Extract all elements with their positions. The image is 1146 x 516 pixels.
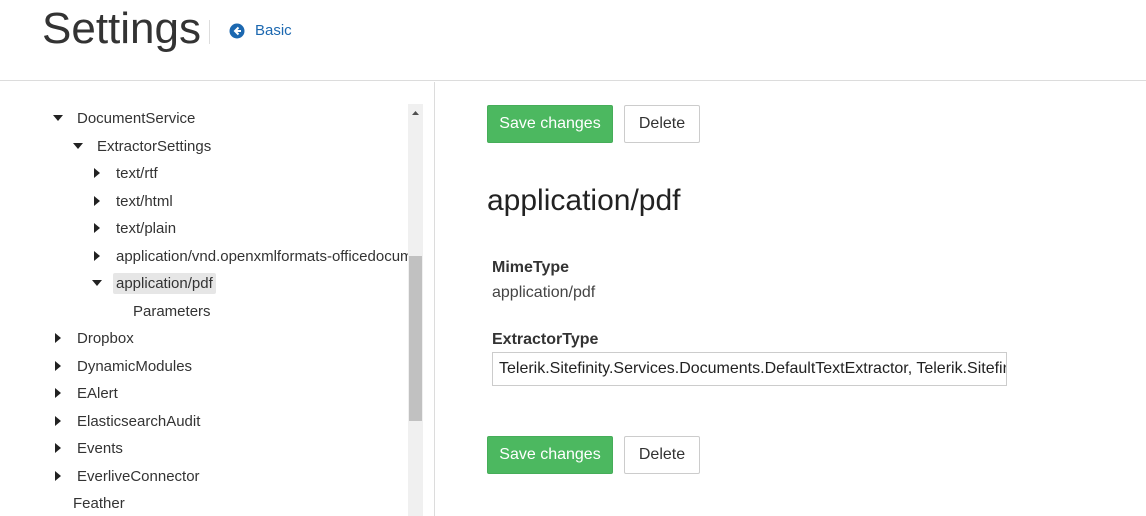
tree-item-label: text/html xyxy=(116,192,173,210)
tree-item[interactable]: Dropbox xyxy=(52,325,137,351)
tree-item[interactable]: ExtractorSettings xyxy=(72,133,214,159)
caret-down-icon[interactable] xyxy=(72,140,84,152)
scrollbar-thumb[interactable] xyxy=(409,256,422,421)
caret-right-icon[interactable] xyxy=(52,415,64,427)
scroll-up-arrow-icon[interactable] xyxy=(408,106,423,120)
caret-right-icon[interactable] xyxy=(91,195,103,207)
tree-item-label: text/rtf xyxy=(116,164,158,182)
tree-item[interactable]: Parameters xyxy=(130,298,214,324)
caret-right-icon[interactable] xyxy=(52,442,64,454)
page-header: Settings Basic xyxy=(0,0,1146,81)
basic-link-label: Basic xyxy=(255,22,292,39)
tree-item-label: DynamicModules xyxy=(77,357,193,375)
tree-item-label: Events xyxy=(77,439,123,457)
tree-item-label: Dropbox xyxy=(77,329,134,347)
tree-item-label: ExtractorSettings xyxy=(97,137,212,155)
tree-item[interactable]: EverliveConnector xyxy=(52,463,203,489)
basic-link[interactable]: Basic xyxy=(229,22,292,39)
title-divider xyxy=(209,20,210,44)
tree-item-label: ElasticsearchAudit xyxy=(77,412,201,430)
tree-item-selected[interactable]: application/pdf xyxy=(91,270,216,296)
caret-right-icon[interactable] xyxy=(52,387,64,399)
caret-right-icon[interactable] xyxy=(52,470,64,482)
settings-tree-pane: DocumentService ExtractorSettings text/r… xyxy=(0,82,435,516)
tree-scrollbar[interactable] xyxy=(408,104,423,516)
extractor-type-label: ExtractorType xyxy=(492,331,599,348)
mime-type-label: MimeType xyxy=(492,259,570,276)
caret-down-icon[interactable] xyxy=(52,112,64,124)
extractor-type-input[interactable]: Telerik.Sitefinity.Services.Documents.De… xyxy=(492,352,1007,386)
save-changes-button-top[interactable]: Save changes xyxy=(487,105,613,143)
caret-right-icon[interactable] xyxy=(52,332,64,344)
tree-item-label: EAlert xyxy=(77,384,118,402)
page-title: Settings xyxy=(42,4,201,53)
tree-item-label: application/pdf xyxy=(113,272,216,294)
tree-item-label: DocumentService xyxy=(77,109,196,127)
arrow-left-circle-icon xyxy=(229,23,245,38)
tree-item-label: Feather xyxy=(73,494,125,512)
tree-item[interactable]: text/plain xyxy=(91,215,179,241)
tree-item-label: text/plain xyxy=(116,219,177,237)
tree-item[interactable]: Feather xyxy=(70,490,128,516)
caret-right-icon[interactable] xyxy=(91,250,103,262)
caret-down-icon[interactable] xyxy=(91,277,103,289)
tree-item[interactable]: EAlert xyxy=(52,380,121,406)
tree-item[interactable]: ElasticsearchAudit xyxy=(52,408,203,434)
delete-button-top[interactable]: Delete xyxy=(624,105,700,143)
delete-button-bottom[interactable]: Delete xyxy=(624,436,700,474)
tree-item[interactable]: text/html xyxy=(91,188,176,214)
tree-item[interactable]: application/vnd.openxmlformats-officedoc… xyxy=(91,243,408,269)
save-changes-button-bottom[interactable]: Save changes xyxy=(487,436,613,474)
tree-item[interactable]: Events xyxy=(52,435,126,461)
tree-item-label: EverliveConnector xyxy=(77,467,200,485)
caret-right-icon[interactable] xyxy=(91,167,103,179)
section-title: application/pdf xyxy=(487,184,681,217)
tree-item[interactable]: DocumentService xyxy=(52,105,198,131)
tree-item[interactable]: text/rtf xyxy=(91,160,161,186)
settings-tree: DocumentService ExtractorSettings text/r… xyxy=(0,82,408,516)
mime-type-value: application/pdf xyxy=(492,284,596,301)
caret-right-icon[interactable] xyxy=(91,222,103,234)
tree-item-label: application/vnd.openxmlformats-officedoc… xyxy=(116,247,408,265)
tree-item-label: Parameters xyxy=(133,302,211,320)
caret-right-icon[interactable] xyxy=(52,360,64,372)
tree-item[interactable]: DynamicModules xyxy=(52,353,195,379)
